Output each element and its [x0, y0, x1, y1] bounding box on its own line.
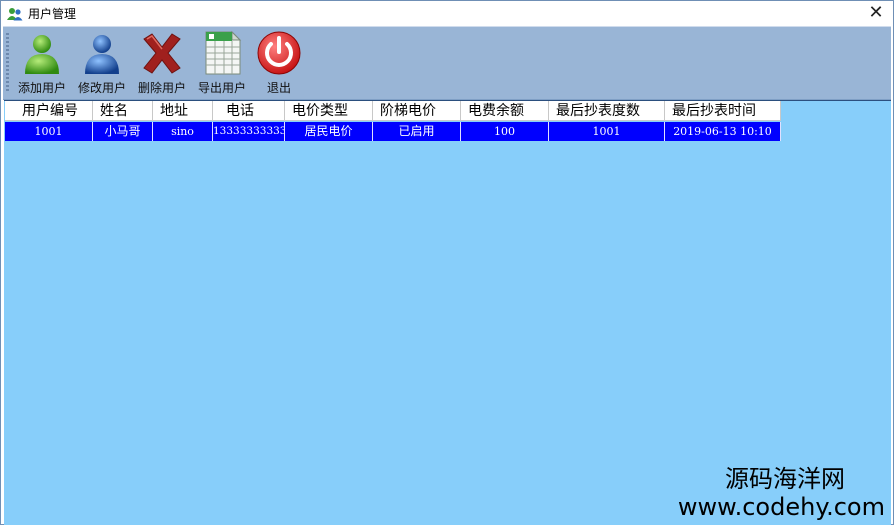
edit-user-label: 修改用户 [77, 81, 126, 95]
cell-user-id[interactable]: 1001 [5, 122, 93, 141]
grid-header: 用户编号 姓名 地址 电话 电价类型 阶梯电价 电费余额 最后抄表度数 最后抄表… [5, 101, 781, 121]
cell-name[interactable]: 小马哥 [93, 122, 153, 141]
users-icon [7, 7, 23, 20]
spreadsheet-icon [205, 30, 242, 75]
cell-last-reading[interactable]: 1001 [549, 122, 665, 141]
add-user-button[interactable]: 添加用户 [13, 30, 71, 96]
cell-phone[interactable]: 13333333333 [213, 122, 285, 141]
column-header[interactable]: 阶梯电价 [373, 101, 461, 121]
export-user-button[interactable]: 导出用户 [193, 30, 251, 96]
column-header[interactable]: 地址 [153, 101, 213, 121]
watermark-url: www.codehy.com [677, 493, 885, 521]
cell-address[interactable]: sino [153, 122, 213, 141]
column-header[interactable]: 电费余额 [461, 101, 549, 121]
delete-x-icon [143, 33, 181, 74]
add-user-icon [25, 35, 59, 74]
column-header[interactable]: 最后抄表度数 [549, 101, 665, 121]
cell-tiered-price[interactable]: 已启用 [373, 122, 461, 141]
column-header[interactable]: 最后抄表时间 [665, 101, 781, 121]
power-icon [257, 31, 301, 75]
cell-price-type[interactable]: 居民电价 [285, 122, 373, 141]
window-title: 用户管理 [28, 7, 77, 21]
toolbar-grip[interactable] [6, 33, 9, 93]
close-button[interactable]: ✕ [859, 1, 893, 26]
edit-user-button[interactable]: 修改用户 [73, 30, 131, 96]
column-header[interactable]: 姓名 [93, 101, 153, 121]
edit-user-icon [85, 35, 119, 74]
table-row[interactable]: 1001 小马哥 sino 13333333333 居民电价 已启用 100 1… [5, 122, 781, 141]
delete-user-button[interactable]: 删除用户 [133, 30, 191, 96]
watermark: 源码海洋网 www.codehy.com [678, 465, 885, 521]
exit-label: 退出 [266, 81, 291, 95]
column-header[interactable]: 电话 [213, 101, 285, 121]
delete-user-label: 删除用户 [137, 81, 186, 95]
title-bar: 用户管理 ✕ [1, 1, 893, 26]
cell-balance[interactable]: 100 [461, 122, 549, 141]
exit-button[interactable]: 退出 [250, 30, 308, 96]
export-user-label: 导出用户 [197, 81, 246, 95]
toolbar: 添加用户 修改用户 删除用户 导出用户 退出 [3, 26, 891, 100]
watermark-site-name: 源码海洋网 [725, 465, 845, 493]
add-user-label: 添加用户 [17, 81, 66, 95]
cell-last-reading-time[interactable]: 2019-06-13 10:10 [665, 122, 781, 141]
column-header[interactable]: 用户编号 [5, 101, 93, 121]
column-header[interactable]: 电价类型 [285, 101, 373, 121]
user-management-window: 用户管理 ✕ 添加用户 修改用户 删除用户 导出用户 退出 用户编号 姓名 地址… [0, 0, 894, 525]
user-data-grid[interactable]: 用户编号 姓名 地址 电话 电价类型 阶梯电价 电费余额 最后抄表度数 最后抄表… [4, 100, 891, 525]
